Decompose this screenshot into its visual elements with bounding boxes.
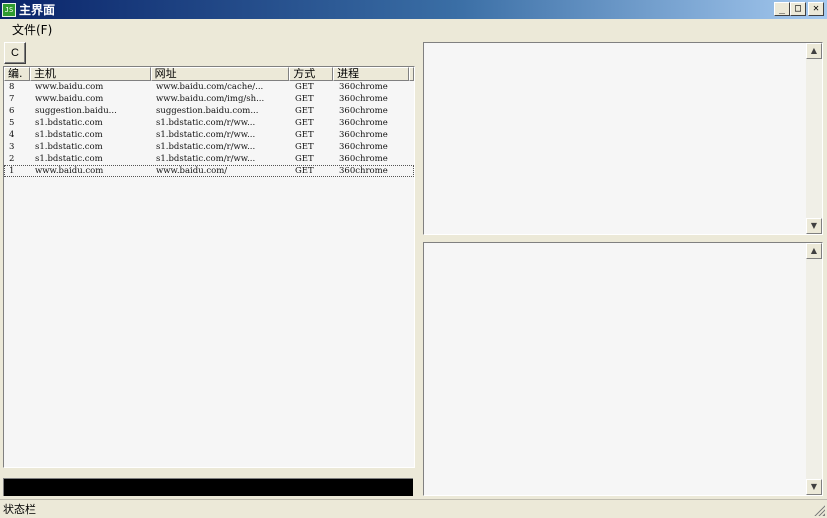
column-header-process[interactable]: 进程 <box>333 67 409 81</box>
cell-url: s1.bdstatic.com/r/ww... <box>156 154 256 164</box>
cell-process: 360chrome <box>339 142 388 152</box>
column-header-number[interactable]: 编. <box>4 67 30 81</box>
cell-number: 4 <box>9 130 15 140</box>
cell-process: 360chrome <box>339 166 388 176</box>
scroll-down-icon[interactable]: ▼ <box>806 479 822 495</box>
cell-host: www.baidu.com <box>35 94 104 104</box>
cell-process: 360chrome <box>339 82 388 92</box>
cell-host: www.baidu.com <box>35 82 104 92</box>
column-header-method[interactable]: 方式 <box>289 67 334 81</box>
menu-bar: 文件(F) <box>0 19 827 39</box>
close-button[interactable]: ✕ <box>808 2 824 16</box>
cell-process: 360chrome <box>339 106 388 116</box>
cell-host: suggestion.baidu... <box>35 106 117 116</box>
cell-process: 360chrome <box>339 118 388 128</box>
maximize-button[interactable]: □ <box>790 2 806 16</box>
cell-process: 360chrome <box>339 130 388 140</box>
scroll-up-icon[interactable]: ▲ <box>806 43 822 59</box>
cell-process: 360chrome <box>339 154 388 164</box>
cell-number: 8 <box>9 82 15 92</box>
cell-number: 6 <box>9 106 15 116</box>
table-row[interactable]: 5 s1.bdstatic.com s1.bdstatic.com/r/ww... G… <box>4 117 414 129</box>
menu-file[interactable]: 文件(F) <box>12 21 52 38</box>
cell-number: 1 <box>9 166 15 176</box>
cell-method: GET <box>295 94 314 104</box>
cell-number: 2 <box>9 154 15 164</box>
cell-url: www.baidu.com/img/sh... <box>156 94 265 104</box>
cell-number: 5 <box>9 118 15 128</box>
table-row[interactable]: 3 s1.bdstatic.com s1.bdstatic.com/r/ww... G… <box>4 141 414 153</box>
cell-method: GET <box>295 154 314 164</box>
clear-button[interactable]: C <box>4 42 26 64</box>
cell-url: s1.bdstatic.com/r/ww... <box>156 118 256 128</box>
table-row[interactable]: 1 www.baidu.com www.baidu.com/GET 360chrome <box>4 165 414 177</box>
request-list[interactable]: 编. 主机 网址 方式 进程 8 www.baidu.com www.baidu.c… <box>3 66 415 468</box>
cell-method: GET <box>295 118 314 128</box>
vertical-scrollbar[interactable]: ▲ ▼ <box>806 43 822 234</box>
scroll-up-icon[interactable]: ▲ <box>806 243 822 259</box>
table-row[interactable]: 4 s1.bdstatic.com s1.bdstatic.com/r/ww... G… <box>4 129 414 141</box>
list-rows: 8 www.baidu.com www.baidu.com/cache/... GET… <box>4 81 414 177</box>
table-row[interactable]: 2 s1.bdstatic.com s1.bdstatic.com/r/ww... G… <box>4 153 414 165</box>
cell-url: suggestion.baidu.com... <box>156 106 259 116</box>
response-detail-pane[interactable]: ▲ ▼ <box>423 242 823 496</box>
column-header-url[interactable]: 网址 <box>150 67 290 81</box>
window-controls: _ □ ✕ <box>774 2 824 16</box>
cell-url: www.baidu.com/cache/... <box>156 82 264 92</box>
vertical-scrollbar[interactable]: ▲ ▼ <box>806 243 822 495</box>
cell-host: s1.bdstatic.com <box>35 142 103 152</box>
cell-process: 360chrome <box>339 94 388 104</box>
table-row[interactable]: 6 suggestion.baidu... suggestion.baidu.com… <box>4 105 414 117</box>
status-text: 状态栏 <box>3 503 36 516</box>
status-bar: 状态栏 <box>0 499 827 518</box>
cell-method: GET <box>295 142 314 152</box>
table-row[interactable]: 8 www.baidu.com www.baidu.com/cache/... GET… <box>4 81 414 93</box>
app-icon: JS <box>2 2 16 17</box>
cell-url: s1.bdstatic.com/r/ww... <box>156 130 256 140</box>
list-header: 编. 主机 网址 方式 进程 <box>4 67 414 81</box>
command-bar[interactable] <box>3 478 413 496</box>
cell-method: GET <box>295 106 314 116</box>
cell-number: 3 <box>9 142 15 152</box>
resize-grip-icon[interactable] <box>813 504 825 516</box>
table-row[interactable]: 7 www.baidu.com www.baidu.com/img/sh... GET… <box>4 93 414 105</box>
cell-url: www.baidu.com/ <box>156 166 228 176</box>
cell-host: www.baidu.com <box>35 166 104 176</box>
request-detail-pane[interactable]: ▲ ▼ <box>423 42 823 235</box>
left-panel: C 编. 主机 网址 方式 进程 8 www.baidu.com www.baidu… <box>0 40 418 496</box>
cell-host: s1.bdstatic.com <box>35 154 103 164</box>
title-bar[interactable]: JS 主界面 _ □ ✕ <box>0 0 827 19</box>
cell-number: 7 <box>9 94 15 104</box>
cell-url: s1.bdstatic.com/r/ww... <box>156 142 256 152</box>
cell-method: GET <box>295 166 314 176</box>
scroll-down-icon[interactable]: ▼ <box>806 218 822 234</box>
cell-method: GET <box>295 82 314 92</box>
minimize-button[interactable]: _ <box>774 2 790 16</box>
column-header-filler <box>408 67 414 81</box>
cell-host: s1.bdstatic.com <box>35 130 103 140</box>
cell-method: GET <box>295 130 314 140</box>
column-header-host[interactable]: 主机 <box>29 67 151 81</box>
cell-host: s1.bdstatic.com <box>35 118 103 128</box>
window-title: 主界面 <box>19 3 56 17</box>
